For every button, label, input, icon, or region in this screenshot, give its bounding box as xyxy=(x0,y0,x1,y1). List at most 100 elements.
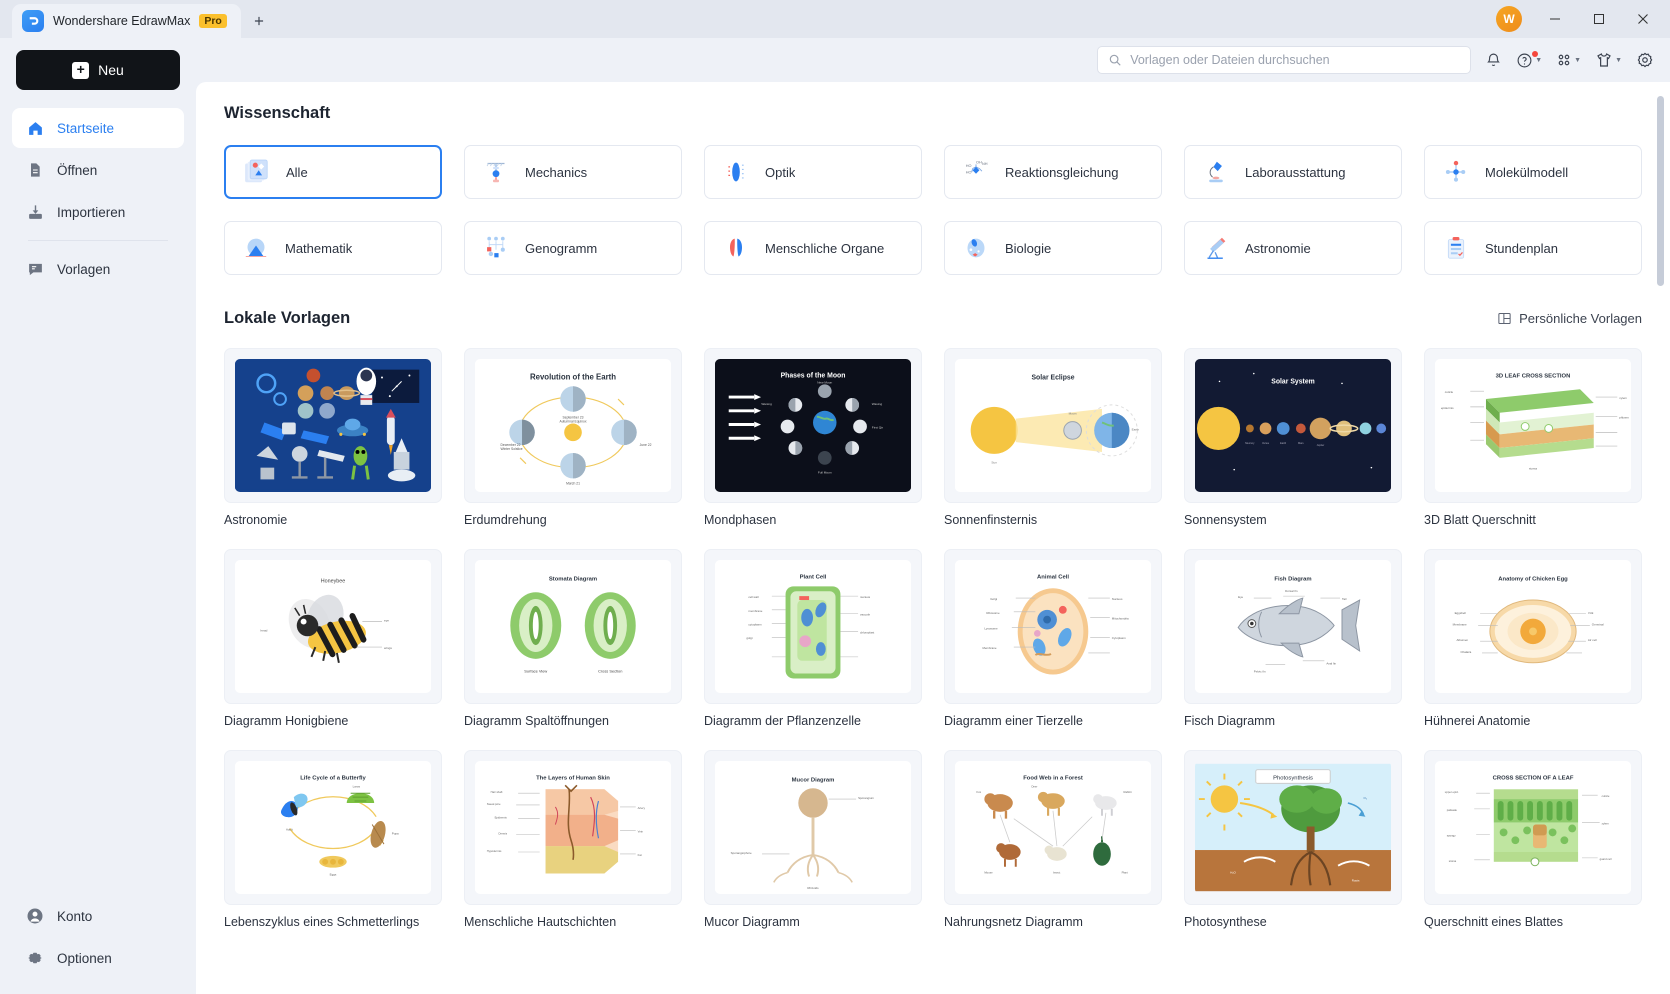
sidebar-item-importieren[interactable]: Importieren xyxy=(12,192,184,232)
content-panel: Wissenschaft Alle Mechanics Optik HO OH … xyxy=(196,82,1670,994)
minimize-button[interactable] xyxy=(1534,0,1576,38)
svg-text:Mitochondria: Mitochondria xyxy=(1112,617,1129,621)
svg-text:Larva: Larva xyxy=(353,784,361,788)
category-mathematik[interactable]: Mathematik xyxy=(224,221,442,275)
category-label: Alle xyxy=(286,164,308,180)
svg-text:March 21: March 21 xyxy=(566,481,580,485)
svg-text:xylem: xylem xyxy=(1602,822,1610,826)
close-button[interactable] xyxy=(1622,0,1664,38)
sidebar-item-konto[interactable]: Konto xyxy=(12,896,184,936)
scrollbar-track[interactable] xyxy=(1657,82,1667,994)
scrollbar-thumb[interactable] xyxy=(1657,96,1664,286)
template-card[interactable]: Revolution of the Earth September 23 Aut… xyxy=(464,348,682,527)
template-label: Diagramm der Pflanzenzelle xyxy=(704,714,862,728)
category-optik[interactable]: Optik xyxy=(704,145,922,199)
category-mechanics[interactable]: Mechanics xyxy=(464,145,682,199)
template-thumbnail: Phases of the Moon New Moon Waxing First… xyxy=(704,348,922,503)
template-thumbnail: Revolution of the Earth September 23 Aut… xyxy=(464,348,682,503)
svg-text:June 22: June 22 xyxy=(640,443,652,447)
svg-text:HO: HO xyxy=(966,171,972,175)
svg-text:stoma: stoma xyxy=(1449,859,1457,863)
template-card[interactable]: The Layers of Human Skin Hair shaft Swea… xyxy=(464,750,682,929)
category-biologie[interactable]: Biologie xyxy=(944,221,1162,275)
template-card[interactable]: Fish Diagram Eye Dorsal fin Tail Pelvic … xyxy=(1184,549,1402,728)
svg-text:Phases of the Moon: Phases of the Moon xyxy=(781,372,846,379)
svg-text:Dermis: Dermis xyxy=(499,831,508,835)
scroll-area[interactable]: Wissenschaft Alle Mechanics Optik HO OH … xyxy=(196,82,1670,994)
svg-text:Epidermis: Epidermis xyxy=(495,816,508,820)
sidebar-item-offnen[interactable]: Öffnen xyxy=(12,150,184,190)
search-input[interactable] xyxy=(1130,53,1461,67)
sidebar: + Neu Startseite Öffnen Importieren Vorl… xyxy=(0,38,196,994)
bell-icon[interactable] xyxy=(1485,52,1502,69)
template-label: Hühnerei Anatomie xyxy=(1424,714,1531,728)
sidebar-item-vorlagen[interactable]: Vorlagen xyxy=(12,249,184,289)
template-card[interactable]: Plant Cell cell wall membrane cytoplasm … xyxy=(704,549,922,728)
svg-text:Mars: Mars xyxy=(1298,442,1304,445)
svg-text:chloroplast: chloroplast xyxy=(860,630,874,634)
svg-text:head: head xyxy=(260,628,267,632)
template-card[interactable]: 3D LEAF CROSS SECTION cuticle epidermis … xyxy=(1424,348,1642,527)
template-thumbnail: Anatomy of Chicken Egg Eggshell Membrane… xyxy=(1424,549,1642,704)
category-menschliche-organe[interactable]: Menschliche Organe xyxy=(704,221,922,275)
category-genogramm[interactable]: Genogramm xyxy=(464,221,682,275)
category-reaktionsgleichung[interactable]: HO OH NH HO Reaktionsgleichung xyxy=(944,145,1162,199)
svg-text:Surface View: Surface View xyxy=(524,669,547,674)
template-card[interactable]: Phases of the Moon New Moon Waxing First… xyxy=(704,348,922,527)
avatar[interactable]: W xyxy=(1496,6,1522,32)
app-tab[interactable]: Wondershare EdrawMax Pro xyxy=(12,4,241,38)
category-label: Menschliche Organe xyxy=(765,240,885,256)
template-thumbnail: Plant Cell cell wall membrane cytoplasm … xyxy=(704,549,922,704)
template-card[interactable]: Food Web in a Forest Fox Deer Rabbit Mou… xyxy=(944,750,1162,929)
svg-text:Stomata Diagram: Stomata Diagram xyxy=(549,576,597,582)
svg-text:The Layers of Human Skin: The Layers of Human Skin xyxy=(536,775,610,781)
pro-badge: Pro xyxy=(199,14,227,28)
search-box[interactable] xyxy=(1097,46,1472,74)
category-molekulmodell[interactable]: Molekülmodell xyxy=(1424,145,1642,199)
template-card[interactable]: Photosynthesis O₂ H₂O Roots Photosynthes… xyxy=(1184,750,1402,929)
template-card[interactable]: Astronomie xyxy=(224,348,442,527)
new-tab-button[interactable] xyxy=(241,4,277,38)
template-card[interactable]: Solar System Mercury Venus Earth Mars Ju… xyxy=(1184,348,1402,527)
template-card[interactable]: Mucor Diagram Sporangium Sporangiophore … xyxy=(704,750,922,929)
svg-text:Deer: Deer xyxy=(1031,784,1037,788)
svg-text:Membrane: Membrane xyxy=(982,646,996,650)
sidebar-item-label: Optionen xyxy=(57,950,112,966)
category-alle[interactable]: Alle xyxy=(224,145,442,199)
settings-gear-icon[interactable] xyxy=(1636,51,1654,69)
personal-templates-button[interactable]: Persönliche Vorlagen xyxy=(1497,311,1642,326)
sidebar-item-optionen[interactable]: Optionen xyxy=(12,938,184,978)
template-card[interactable]: Life Cycle of a Butterfly Adult Larva Pu… xyxy=(224,750,442,929)
category-label: Laborausstattung xyxy=(1245,164,1346,180)
template-card[interactable]: Animal Cell Golgi Ribosome Lysosome Memb… xyxy=(944,549,1162,728)
template-card[interactable]: CROSS SECTION OF A LEAF upper epid. pali… xyxy=(1424,750,1642,929)
template-thumbnail: 3D LEAF CROSS SECTION cuticle epidermis … xyxy=(1424,348,1642,503)
svg-text:eye: eye xyxy=(384,619,389,623)
svg-text:Honeybee: Honeybee xyxy=(321,578,346,584)
template-card[interactable]: Solar Eclipse Moon Sun Earth Sonnenfinst… xyxy=(944,348,1162,527)
help-icon[interactable]: ▼ xyxy=(1516,50,1542,69)
new-button-label: Neu xyxy=(98,62,124,78)
category-laborausstattung[interactable]: Laborausstattung xyxy=(1184,145,1402,199)
sidebar-item-startseite[interactable]: Startseite xyxy=(12,108,184,148)
svg-text:Artery: Artery xyxy=(638,806,646,810)
template-card[interactable]: Honeybee eye wings head Diagramm Honigbi… xyxy=(224,549,442,728)
template-card[interactable]: Stomata Diagram Surface View Cross Secti… xyxy=(464,549,682,728)
maximize-button[interactable] xyxy=(1578,0,1620,38)
template-label: Erdumdrehung xyxy=(464,513,547,527)
svg-text:epidermis: epidermis xyxy=(1441,406,1454,410)
svg-text:Vein: Vein xyxy=(638,829,644,833)
svg-text:Ribosome: Ribosome xyxy=(986,611,1000,615)
category-astronomie[interactable]: Astronomie xyxy=(1184,221,1402,275)
telescope-icon xyxy=(1199,231,1233,265)
new-button[interactable]: + Neu xyxy=(16,50,180,90)
svg-text:Dorsal fin: Dorsal fin xyxy=(1285,589,1298,593)
template-card[interactable]: Anatomy of Chicken Egg Eggshell Membrane… xyxy=(1424,549,1642,728)
theme-shirt-icon[interactable]: ▼ xyxy=(1595,51,1622,69)
template-thumbnail: Stomata Diagram Surface View Cross Secti… xyxy=(464,549,682,704)
svg-text:Golgi: Golgi xyxy=(990,597,997,601)
svg-text:Roots: Roots xyxy=(1352,878,1360,882)
import-icon xyxy=(26,203,44,221)
apps-grid-icon[interactable]: ▼ xyxy=(1556,52,1581,68)
category-stundenplan[interactable]: Stundenplan xyxy=(1424,221,1642,275)
